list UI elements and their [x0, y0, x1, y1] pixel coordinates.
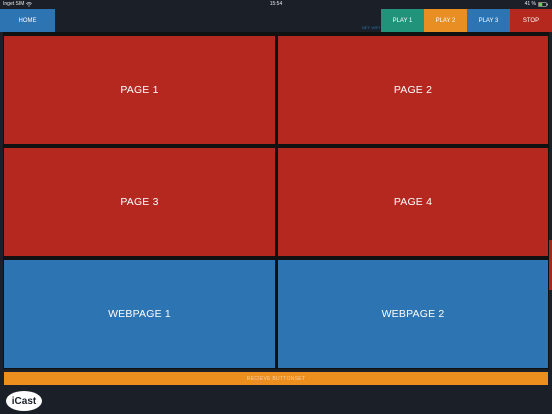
webpage-1-tile[interactable]: WEBPAGE 1: [4, 260, 275, 368]
play-1-button[interactable]: PLAY 1: [381, 9, 424, 32]
page-4-tile[interactable]: PAGE 4: [278, 148, 548, 256]
battery-percent: 41 %: [524, 1, 536, 7]
top-bar: HOME NET: WIFI PLAY 1 PLAY 2 PLAY 3 STOP: [0, 9, 552, 32]
page-1-tile[interactable]: PAGE 1: [4, 36, 275, 144]
status-right: 41 %: [525, 0, 548, 9]
home-button[interactable]: HOME: [0, 9, 55, 32]
receive-buttonset-button[interactable]: RECIEVE BUTTONSET: [4, 372, 548, 385]
status-bar: Inget SIM 15:54 41 %: [0, 0, 552, 9]
stop-button[interactable]: STOP: [510, 9, 552, 32]
app-screen: Inget SIM 15:54 41 % HOME NET: WIFI PLAY…: [0, 0, 552, 414]
page-3-tile[interactable]: PAGE 3: [4, 148, 275, 256]
webpage-2-tile[interactable]: WEBPAGE 2: [278, 260, 548, 368]
network-status: NET: WIFI: [361, 25, 380, 30]
play-2-button[interactable]: PLAY 2: [424, 9, 467, 32]
clock: 15:54: [269, 1, 283, 7]
page-2-tile[interactable]: PAGE 2: [278, 36, 548, 144]
play-3-button[interactable]: PLAY 3: [467, 9, 510, 32]
battery-icon: [538, 2, 548, 7]
icast-logo: iCast: [6, 391, 42, 411]
page-grid: PAGE 1 PAGE 2 PAGE 3 PAGE 4 WEBPAGE 1 WE…: [3, 32, 549, 369]
